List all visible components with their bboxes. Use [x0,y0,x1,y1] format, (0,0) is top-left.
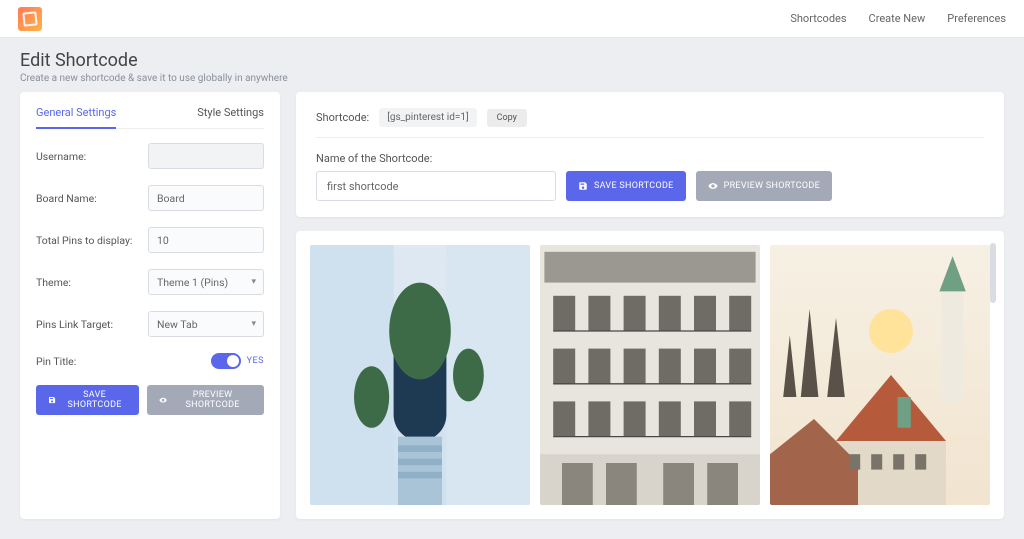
board-input[interactable] [148,185,264,211]
preview-button-top[interactable]: PREVIEW SHORTCODE [696,171,832,201]
theme-select[interactable]: Theme 1 (Pins) [148,269,264,295]
total-pins-input[interactable] [148,227,264,253]
page-title: Edit Shortcode [20,50,1004,71]
scrollbar[interactable] [990,243,996,303]
shortcode-value: [gs_pinterest id=1] [379,108,476,127]
username-label: Username: [36,150,86,163]
eye-icon [708,181,718,191]
shortcode-name-input[interactable] [316,171,556,201]
pin-thumbnail[interactable] [310,245,530,505]
top-nav: Shortcodes Create New Preferences [790,12,1006,25]
shortcode-name-label: Name of the Shortcode: [316,152,984,165]
page-subtitle: Create a new shortcode & save it to use … [20,73,1004,84]
save-icon [48,395,56,405]
eye-icon [159,395,167,405]
tab-general[interactable]: General Settings [36,106,116,129]
target-label: Pins Link Target: [36,318,113,331]
pin-title-state: YES [247,356,264,366]
nav-preferences[interactable]: Preferences [947,12,1006,25]
pin-title-label: Pin Title: [36,355,76,368]
nav-create-new[interactable]: Create New [869,12,926,25]
page-header: Edit Shortcode Create a new shortcode & … [0,38,1024,92]
pin-title-toggle[interactable] [211,353,241,369]
total-pins-label: Total Pins to display: [36,234,132,247]
save-button-top[interactable]: SAVE SHORTCODE [566,171,686,201]
board-label: Board Name: [36,192,97,205]
save-icon [578,181,588,191]
preview-gallery [296,231,1004,519]
preview-button[interactable]: PREVIEW SHORTCODE [147,385,264,415]
pin-thumbnail[interactable] [770,245,990,505]
username-input[interactable] [148,143,264,169]
settings-panel: General Settings Style Settings Username… [20,92,280,519]
app-logo [18,7,42,31]
copy-button[interactable]: Copy [487,109,527,127]
tab-style[interactable]: Style Settings [197,106,264,128]
pin-thumbnail[interactable] [540,245,760,505]
nav-shortcodes[interactable]: Shortcodes [790,12,846,25]
save-button[interactable]: SAVE SHORTCODE [36,385,139,415]
theme-label: Theme: [36,276,71,289]
top-bar: Shortcodes Create New Preferences [0,0,1024,38]
shortcode-label: Shortcode: [316,111,369,124]
target-select[interactable]: New Tab [148,311,264,337]
settings-tabs: General Settings Style Settings [36,106,264,129]
shortcode-card: Shortcode: [gs_pinterest id=1] Copy Name… [296,92,1004,217]
